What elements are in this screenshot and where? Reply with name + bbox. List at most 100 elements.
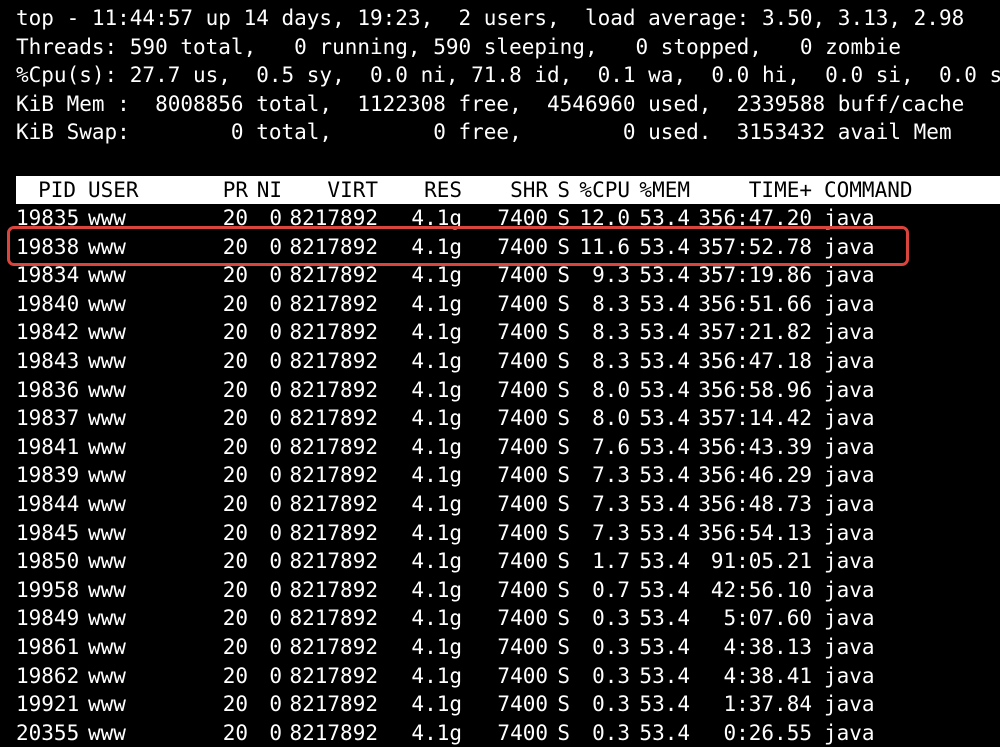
cell-virt: 8217892 xyxy=(289,463,378,488)
cell-time: 356:51.66 xyxy=(698,291,812,316)
cell-res: 4.1g xyxy=(411,206,462,230)
cell-cpu: 7.3 xyxy=(592,520,630,545)
cell-pid: 19841 xyxy=(16,434,80,459)
cell-ni: 0 xyxy=(269,434,282,459)
cell-res: 4.1g xyxy=(411,606,462,631)
cell-res: 4.1g xyxy=(411,463,462,488)
cell-mem: 53.4 xyxy=(639,520,690,545)
cell-mem: 53.4 xyxy=(639,492,690,516)
cell-pr: 20 xyxy=(222,606,248,631)
cell-mem: 53.4 xyxy=(639,692,690,717)
cell-virt: 8217892 xyxy=(289,635,378,659)
cell-mem: 53.4 xyxy=(639,577,690,602)
cell-mem: 53.4 xyxy=(639,663,690,688)
cell-command: java xyxy=(824,463,875,488)
cell-res: 4.1g xyxy=(411,492,462,516)
cell-command: java xyxy=(824,434,875,459)
table-row: 19840 www 20 0 8217892 4.1g 7400 S 8.3 53.4 356:51… xyxy=(16,290,1000,318)
cell-time: 356:46.29 xyxy=(698,463,812,488)
cell-mem: 53.4 xyxy=(639,263,690,288)
cell-res: 4.1g xyxy=(411,349,462,373)
cell-mem: 53.4 xyxy=(639,549,690,574)
cell-command: java xyxy=(824,291,875,316)
cell-res: 4.1g xyxy=(411,234,462,259)
cell-res: 4.1g xyxy=(411,434,462,459)
cell-command: java xyxy=(824,234,875,259)
cell-s: S xyxy=(557,349,570,373)
column-header-time: TIME+ xyxy=(748,178,812,202)
summary-uptime-line: top - 11:44:57 up 14 days, 19:23, 2 user… xyxy=(16,6,965,30)
cell-time: 356:58.96 xyxy=(698,377,812,402)
cell-time: 91:05.21 xyxy=(710,549,812,574)
cell-ni: 0 xyxy=(269,549,282,574)
cell-command: java xyxy=(824,206,875,230)
cell-mem: 53.4 xyxy=(639,206,690,230)
cell-ni: 0 xyxy=(269,206,282,230)
cell-pid: 19921 xyxy=(16,692,80,717)
column-header-state: S xyxy=(557,178,570,202)
cell-shr: 7400 xyxy=(497,349,548,373)
table-row: 19835 www 20 0 8217892 4.1g 7400 S 12.0 53.4 356:4… xyxy=(16,204,1000,232)
column-header-pr: PR xyxy=(222,178,248,202)
cell-pr: 20 xyxy=(222,720,248,745)
cell-pid: 19837 xyxy=(16,406,80,431)
table-row: 19862 www 20 0 8217892 4.1g 7400 S 0.3 53.4 4:38.4… xyxy=(16,662,1000,690)
cell-pid: 20355 xyxy=(16,720,80,745)
cell-command: java xyxy=(824,549,875,574)
cell-user: www xyxy=(88,349,126,373)
cell-pid: 19842 xyxy=(16,320,80,345)
cell-time: 356:47.20 xyxy=(698,206,812,230)
cell-virt: 8217892 xyxy=(289,606,378,631)
cell-pr: 20 xyxy=(222,434,248,459)
cell-time: 357:21.82 xyxy=(698,320,812,345)
cell-pr: 20 xyxy=(222,463,248,488)
cell-cpu: 1.7 xyxy=(592,549,630,574)
table-row: 19849 www 20 0 8217892 4.1g 7400 S 0.3 53.4 5:07.6… xyxy=(16,604,1000,632)
cell-shr: 7400 xyxy=(497,720,548,745)
cell-pid: 19838 xyxy=(16,234,80,259)
cell-pid: 19844 xyxy=(16,492,80,516)
table-row: 19958 www 20 0 8217892 4.1g 7400 S 0.7 53.4 42:56.… xyxy=(16,576,1000,604)
table-row: 19861 www 20 0 8217892 4.1g 7400 S 0.3 53.4 4:38.1… xyxy=(16,633,1000,661)
cell-virt: 8217892 xyxy=(289,263,378,288)
cell-res: 4.1g xyxy=(411,720,462,745)
cell-time: 357:14.42 xyxy=(698,406,812,431)
cell-ni: 0 xyxy=(269,406,282,431)
summary-swap-line: KiB Swap: 0 total, 0 free, 0 used. 31534… xyxy=(16,120,952,144)
cell-time: 357:19.86 xyxy=(698,263,812,288)
cell-pr: 20 xyxy=(222,692,248,717)
table-row: 19842 www 20 0 8217892 4.1g 7400 S 8.3 53.4 357:21… xyxy=(16,318,1000,346)
cell-command: java xyxy=(824,692,875,717)
cell-cpu: 9.3 xyxy=(592,263,630,288)
cell-pid: 19840 xyxy=(16,291,80,316)
table-row: 19838 www 20 0 8217892 4.1g 7400 S 11.6 53.4 357:5… xyxy=(16,233,1000,261)
cell-mem: 53.4 xyxy=(639,463,690,488)
cell-ni: 0 xyxy=(269,606,282,631)
cell-time: 356:48.73 xyxy=(698,492,812,516)
cell-user: www xyxy=(88,663,126,688)
cell-cpu: 7.3 xyxy=(592,463,630,488)
cell-cpu: 8.3 xyxy=(592,291,630,316)
cell-ni: 0 xyxy=(269,234,282,259)
cell-virt: 8217892 xyxy=(289,291,378,316)
cell-pid: 19836 xyxy=(16,377,80,402)
cell-pr: 20 xyxy=(222,377,248,402)
cell-cpu: 0.7 xyxy=(592,577,630,602)
cell-cpu: 0.3 xyxy=(592,692,630,717)
cell-cpu: 8.0 xyxy=(592,406,630,431)
cell-user: www xyxy=(88,377,126,402)
cell-res: 4.1g xyxy=(411,692,462,717)
cell-time: 5:07.60 xyxy=(723,606,812,631)
cell-user: www xyxy=(88,520,126,545)
cell-command: java xyxy=(824,320,875,345)
cell-user: www xyxy=(88,606,126,631)
terminal-window: top - 11:44:57 up 14 days, 19:23, 2 user… xyxy=(0,0,1000,745)
cell-cpu: 11.6 xyxy=(579,234,630,259)
cell-ni: 0 xyxy=(269,520,282,545)
cell-ni: 0 xyxy=(269,263,282,288)
cell-pid: 19861 xyxy=(16,635,80,659)
cell-shr: 7400 xyxy=(497,606,548,631)
cell-pid: 19835 xyxy=(16,206,80,230)
cell-s: S xyxy=(557,434,570,459)
cell-s: S xyxy=(557,692,570,717)
